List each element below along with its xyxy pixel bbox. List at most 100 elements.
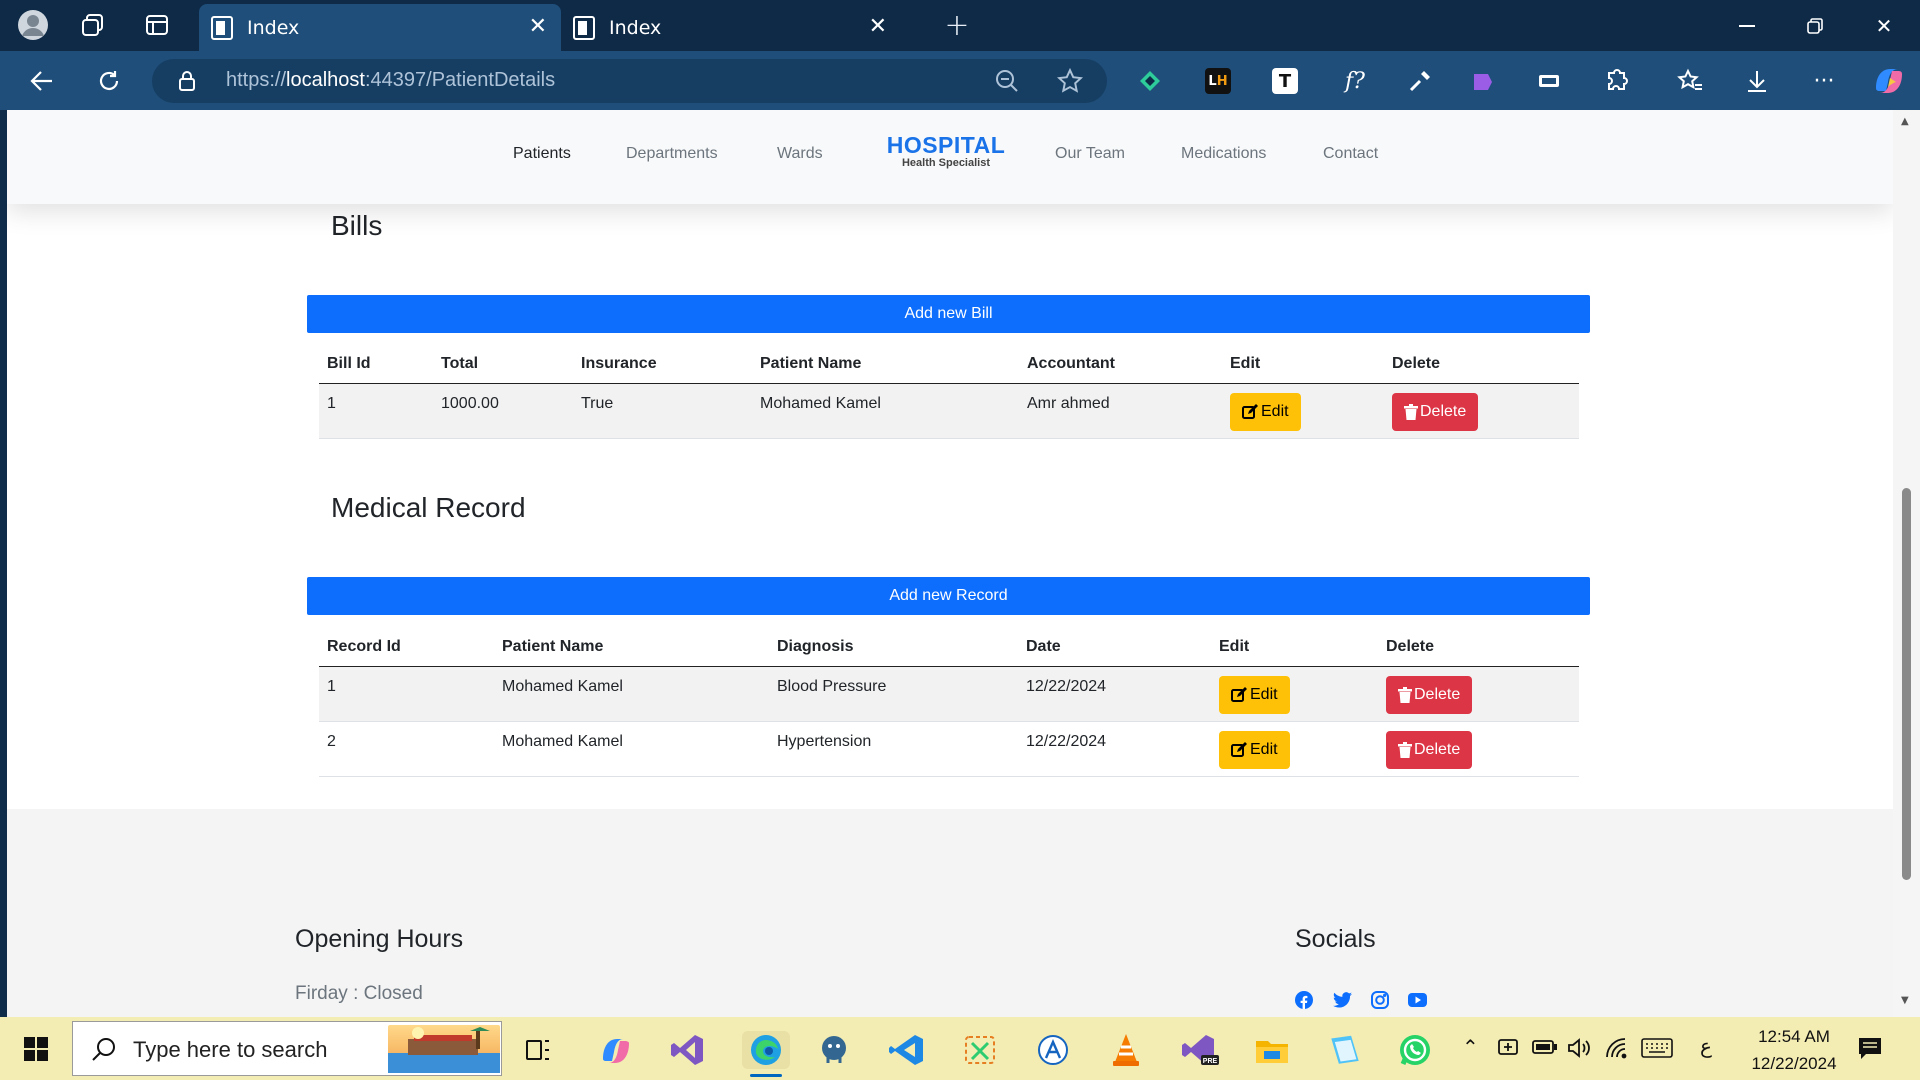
record-id-cell: 1 [319,666,494,722]
column-header: Patient Name [752,344,1019,384]
site-navbar: Patients Departments Wards HOSPITAL Heal… [7,110,1893,204]
nav-our-team[interactable]: Our Team [1055,145,1125,163]
more-options-icon[interactable]: ··· [1805,62,1843,100]
url-text[interactable]: https://localhost:44397/PatientDetails [226,69,555,92]
notifications-icon[interactable] [1857,1036,1883,1065]
close-window-icon[interactable]: ✕ [1850,0,1918,51]
extension-t-icon[interactable]: T [1272,68,1298,94]
trash-icon [1404,403,1418,420]
add-bill-button[interactable]: Add new Bill [307,295,1590,333]
translator-icon[interactable] [1033,1031,1073,1069]
taskbar-search-box[interactable]: Type here to search [72,1021,502,1076]
show-hidden-icons-icon[interactable]: ⌃ [1462,1035,1479,1060]
close-tab-icon[interactable]: ✕ [869,14,887,39]
copilot-icon[interactable] [1870,62,1908,100]
delete-bill-button[interactable]: Delete [1392,392,1479,431]
facebook-icon[interactable] [1294,990,1314,1010]
tab-actions-icon[interactable] [140,8,174,42]
trash-icon [1398,741,1412,758]
nav-contact[interactable]: Contact [1323,145,1378,163]
notepad-icon[interactable] [1323,1031,1363,1069]
tab-index-1[interactable]: Index ✕ [199,4,561,51]
minimize-icon[interactable] [1713,0,1781,51]
extension-font-icon[interactable]: f? [1338,68,1372,94]
lock-icon[interactable] [178,70,196,96]
profile-avatar-icon[interactable] [16,8,50,42]
nav-departments[interactable]: Departments [626,145,718,163]
vlc-icon[interactable] [1106,1031,1146,1069]
nav-wards[interactable]: Wards [777,145,823,163]
back-icon[interactable] [23,62,61,100]
edit-cell: Edit [1211,721,1378,777]
table-row: 1 Mohamed Kamel Blood Pressure 12/22/202… [319,666,1579,722]
extension-lh-icon[interactable]: LH [1205,68,1231,94]
delete-record-button[interactable]: Delete [1386,730,1473,769]
battery-icon[interactable] [1532,1038,1558,1061]
column-header: Edit [1211,627,1378,667]
table-row: 2 Mohamed Kamel Hypertension 12/22/2024 … [319,721,1579,777]
edit-record-button[interactable]: Edit [1219,675,1290,714]
youtube-icon[interactable] [1407,990,1427,1010]
edit-icon [1242,403,1258,419]
scroll-up-icon[interactable]: ▲ [1901,116,1909,127]
edge-browser-icon[interactable] [742,1031,790,1077]
input-language[interactable]: ع [1700,1034,1712,1059]
edit-cell: Edit [1222,383,1384,439]
record-patient-cell: Mohamed Kamel [494,721,769,777]
favorites-icon[interactable] [1671,62,1709,100]
favorite-star-icon[interactable] [1056,67,1084,98]
copilot-taskbar-icon[interactable] [595,1031,635,1069]
meet-now-icon[interactable] [1497,1037,1521,1064]
new-tab-icon[interactable]: + [940,8,974,43]
scroll-down-icon[interactable]: ▼ [1901,995,1909,1006]
vscode-icon[interactable] [887,1031,927,1069]
web-page: Patients Departments Wards HOSPITAL Heal… [7,110,1893,1017]
nav-patients[interactable]: Patients [513,145,571,163]
restore-icon[interactable] [1781,0,1849,51]
record-diagnosis-cell: Blood Pressure [769,666,1018,722]
clock[interactable]: 12:54 AM 12/22/2024 [1743,1023,1845,1077]
record-id-cell: 2 [319,721,494,777]
add-record-button[interactable]: Add new Record [307,577,1590,615]
task-view-icon[interactable] [518,1031,558,1069]
nav-medications[interactable]: Medications [1181,145,1266,163]
column-header: Delete [1384,344,1579,384]
extension-purple-icon[interactable] [1470,68,1496,94]
column-header: Diagnosis [769,627,1018,667]
edit-bill-button[interactable]: Edit [1230,392,1301,431]
active-app-indicator [750,1074,782,1077]
record-date-cell: 12/22/2024 [1018,666,1211,722]
zoom-icon[interactable] [995,69,1019,97]
extensions-puzzle-icon[interactable] [1598,62,1636,100]
volume-icon[interactable] [1567,1037,1593,1064]
tab-title: Index [247,16,300,39]
twitter-icon[interactable] [1332,990,1352,1010]
snipping-tool-icon[interactable] [960,1031,1000,1069]
visual-studio-icon[interactable] [668,1031,708,1069]
instagram-icon[interactable] [1370,990,1390,1010]
edit-record-button[interactable]: Edit [1219,730,1290,769]
workspaces-icon[interactable] [76,8,110,42]
extension-screen-icon[interactable] [1536,68,1562,94]
browser-tab-bar: Index ✕ Index ✕ + ✕ [0,0,1920,51]
refresh-icon[interactable] [90,62,128,100]
edit-icon [1231,741,1247,757]
delete-record-button[interactable]: Delete [1386,675,1473,714]
page-scrollbar[interactable]: ▲ ▼ [1893,110,1920,1017]
extension-green-icon[interactable] [1137,68,1163,94]
tab-index-2[interactable]: Index ✕ [561,4,923,51]
site-logo[interactable]: HOSPITAL Health Specialist [881,132,1011,169]
scrollbar-thumb[interactable] [1902,488,1911,880]
close-tab-icon[interactable]: ✕ [529,14,547,39]
keyboard-icon[interactable] [1641,1038,1673,1063]
file-explorer-icon[interactable] [1252,1031,1292,1069]
search-placeholder: Type here to search [133,1037,328,1062]
wifi-icon[interactable] [1604,1037,1628,1064]
whatsapp-icon[interactable] [1395,1031,1435,1069]
postgresql-icon[interactable] [814,1031,854,1069]
visual-studio-preview-icon[interactable]: PRE [1179,1031,1219,1069]
address-bar[interactable]: https://localhost:44397/PatientDetails [152,59,1107,103]
eyedropper-icon[interactable] [1407,68,1433,94]
windows-start-icon[interactable] [12,1029,60,1069]
downloads-icon[interactable] [1738,62,1776,100]
